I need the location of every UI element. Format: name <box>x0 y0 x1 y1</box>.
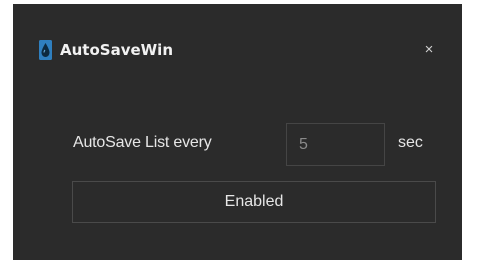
interval-unit-label: sec <box>398 134 423 151</box>
enabled-toggle-button[interactable]: Enabled <box>72 181 436 223</box>
autosave-interval-input[interactable] <box>286 123 385 166</box>
autosave-interval-label: AutoSave List every <box>73 134 212 151</box>
window-title: AutoSaveWin <box>60 41 174 59</box>
close-icon: × <box>424 41 434 58</box>
autosave-window: AutoSaveWin × AutoSave List every sec En… <box>13 4 462 260</box>
water-drop-icon <box>39 40 52 60</box>
close-button[interactable]: × <box>417 38 441 62</box>
